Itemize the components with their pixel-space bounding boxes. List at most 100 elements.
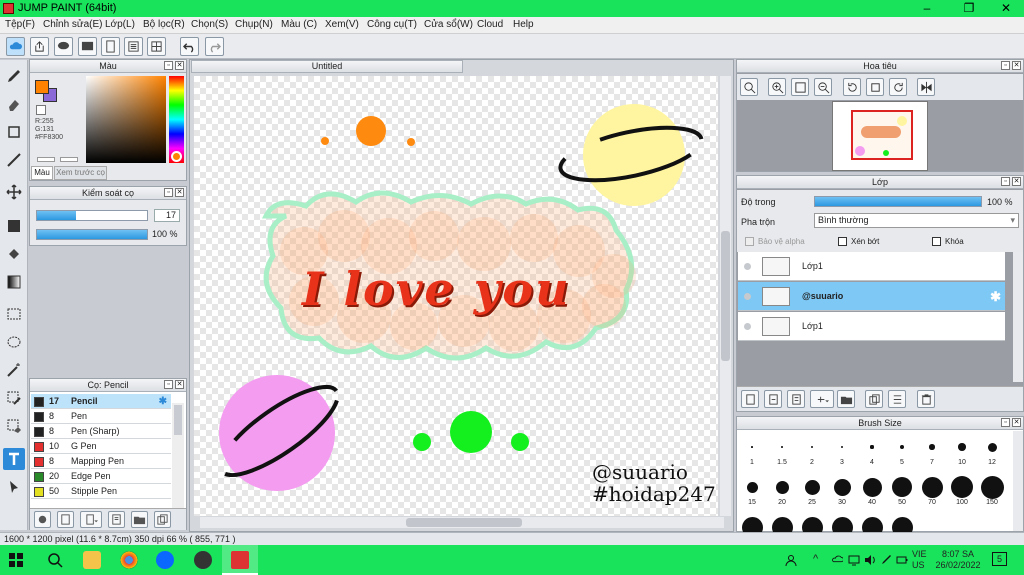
zoom-out-icon[interactable] — [814, 78, 832, 96]
menu-select[interactable]: Chọn(S) — [191, 19, 228, 30]
brush-size-dot[interactable] — [804, 479, 820, 495]
layer-folder-icon[interactable] — [837, 390, 855, 408]
brush-size-dot[interactable] — [811, 446, 813, 448]
panel-float-icon[interactable]: ▫ — [1001, 177, 1010, 186]
brush-size-dot[interactable] — [921, 476, 943, 498]
tab-color[interactable]: Màu — [31, 166, 53, 180]
message-icon[interactable] — [78, 37, 97, 56]
panel-close-icon[interactable]: ✕ — [175, 188, 184, 197]
brush-tool-icon[interactable] — [3, 65, 25, 87]
brush-size-dot[interactable] — [781, 446, 783, 448]
gear-icon[interactable]: ✱ — [990, 289, 1001, 305]
panel-close-icon[interactable]: ✕ — [1012, 177, 1021, 186]
cloud-icon[interactable] — [6, 37, 25, 56]
protect-alpha-checkbox[interactable] — [745, 237, 754, 246]
new-layer-below-icon[interactable] — [764, 390, 782, 408]
fill-rect-tool-icon[interactable] — [3, 215, 25, 237]
brush-list-item[interactable]: 20 Edge Pen — [31, 469, 171, 484]
transparent-swatch[interactable] — [36, 105, 46, 115]
browser-icon[interactable] — [194, 551, 212, 569]
menu-color[interactable]: Màu (C) — [281, 19, 317, 30]
brush-size-scrollbar[interactable] — [1013, 431, 1023, 531]
layer-row[interactable]: Lớp1 — [738, 312, 1005, 341]
gear-icon[interactable]: ✱ — [159, 394, 167, 409]
brush-list-item[interactable]: 10 G Pen — [31, 439, 171, 454]
clock[interactable]: 8:07 SA 26/02/2022 — [933, 549, 983, 571]
people-icon[interactable] — [785, 554, 797, 567]
brush-settings-icon[interactable] — [34, 511, 51, 528]
brush-opacity-slider[interactable] — [36, 229, 148, 240]
export-icon[interactable] — [30, 37, 49, 56]
brush-list-item[interactable]: 8 Pen (Sharp) — [31, 424, 171, 439]
brush-size-dot[interactable] — [958, 443, 966, 451]
flip-icon[interactable] — [917, 78, 935, 96]
merge-layer-icon[interactable] — [888, 390, 906, 408]
brush-folder-icon[interactable] — [131, 511, 148, 528]
brush-list-item[interactable]: 8 Mapping Pen — [31, 454, 171, 469]
brush-list-item[interactable]: 8 Pen — [31, 409, 171, 424]
lock-checkbox[interactable] — [932, 237, 941, 246]
brush-list-item[interactable]: 50 Stipple Pen — [31, 484, 171, 499]
rotate-reset-icon[interactable] — [866, 78, 884, 96]
brush-size-value[interactable]: 17 — [154, 209, 180, 222]
minimize-button[interactable]: – — [912, 0, 942, 17]
pen-input-icon[interactable] — [880, 554, 892, 566]
windows-start-icon[interactable] — [9, 553, 23, 567]
visibility-icon[interactable] — [744, 293, 751, 300]
brush-size-dot[interactable] — [840, 445, 844, 449]
new-layer-icon[interactable] — [741, 390, 759, 408]
brush-size-dot[interactable] — [746, 481, 758, 493]
hue-handle-icon[interactable] — [171, 151, 182, 162]
notification-icon[interactable]: 5 — [992, 552, 1007, 566]
brush-size-dot[interactable] — [751, 446, 753, 448]
undo-icon[interactable] — [180, 37, 199, 56]
volume-icon[interactable] — [864, 554, 876, 566]
menu-file[interactable]: Tệp(F) — [5, 19, 35, 30]
document-icon[interactable] — [101, 37, 120, 56]
drawing-canvas[interactable]: I love you @suuario #hoidap247 — [194, 76, 718, 516]
line-tool-icon[interactable] — [3, 149, 25, 171]
grid-icon[interactable] — [147, 37, 166, 56]
delete-layer-icon[interactable] — [917, 390, 935, 408]
menu-filter[interactable]: Bộ lọc(R) — [143, 19, 185, 30]
color-plus-button[interactable] — [60, 157, 78, 162]
select-rect-tool-icon[interactable] — [3, 303, 25, 325]
navigator-preview[interactable] — [832, 101, 928, 171]
jump-paint-taskbar-button[interactable] — [222, 545, 258, 575]
menu-view[interactable]: Xem(V) — [325, 19, 359, 30]
panel-close-icon[interactable]: ✕ — [1012, 418, 1021, 427]
zoom-in-icon[interactable] — [768, 78, 786, 96]
rotate-right-icon[interactable] — [889, 78, 907, 96]
color-minus-button[interactable] — [37, 157, 55, 162]
layer-property-icon[interactable] — [787, 390, 805, 408]
chevron-up-icon[interactable]: ^ — [813, 553, 818, 565]
brush-duplicate-icon[interactable] — [154, 511, 171, 528]
select-pen-tool-icon[interactable] — [3, 387, 25, 409]
brush-size-dot[interactable] — [833, 478, 851, 496]
zoom-fit-icon[interactable] — [740, 78, 758, 96]
onedrive-icon[interactable] — [831, 554, 844, 566]
brush-size-dot[interactable] — [900, 445, 904, 449]
redo-icon[interactable] — [205, 37, 224, 56]
menu-tools[interactable]: Công cụ(T) — [367, 19, 417, 30]
magic-wand-tool-icon[interactable] — [3, 359, 25, 381]
gradient-tool-icon[interactable] — [3, 271, 25, 293]
brush-size-dot[interactable] — [862, 477, 882, 497]
menu-window[interactable]: Cửa sổ(W) — [424, 19, 473, 30]
move-tool-icon[interactable] — [3, 181, 25, 203]
panel-float-icon[interactable]: ▫ — [1001, 418, 1010, 427]
hue-slider[interactable] — [169, 76, 184, 163]
tab-brush-preview[interactable]: Xem trước cọ — [54, 166, 107, 180]
rotate-left-icon[interactable] — [843, 78, 861, 96]
list-icon[interactable] — [124, 37, 143, 56]
layer-row[interactable]: @suuario ✱ — [738, 282, 1005, 311]
visibility-icon[interactable] — [744, 323, 751, 330]
visibility-icon[interactable] — [744, 263, 751, 270]
layer-opacity-slider[interactable] — [814, 196, 982, 207]
duplicate-layer-icon[interactable] — [865, 390, 883, 408]
brush-property-icon[interactable] — [108, 511, 125, 528]
bucket-tool-icon[interactable] — [3, 243, 25, 265]
panel-close-icon[interactable]: ✕ — [175, 380, 184, 389]
menu-cloud[interactable]: Cloud — [477, 19, 503, 30]
network-icon[interactable] — [848, 554, 860, 566]
